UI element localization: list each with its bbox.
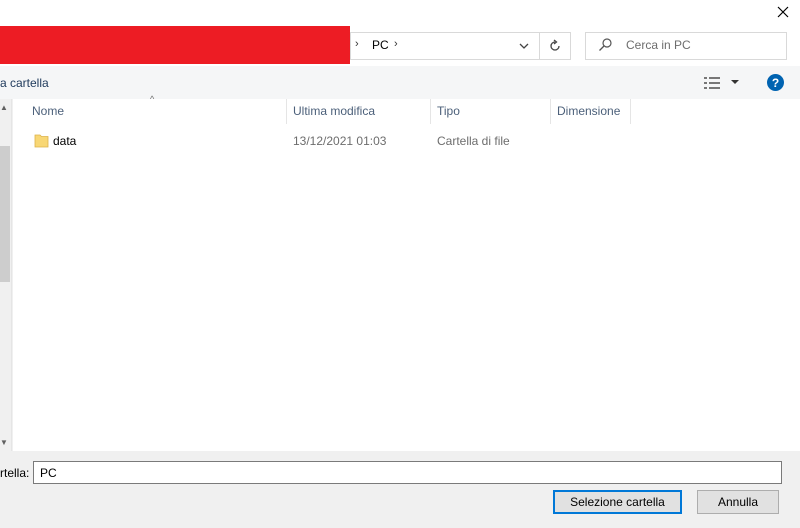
help-button[interactable]: ? [767, 74, 784, 91]
column-header-name[interactable]: Nome [26, 99, 287, 124]
file-name[interactable]: data [53, 134, 76, 148]
scrollbar-thumb[interactable] [0, 146, 10, 282]
close-button[interactable] [766, 0, 800, 24]
column-header-modified[interactable]: Ultima modifica [287, 99, 431, 124]
folder-label: rtella: [0, 466, 30, 480]
file-list[interactable] [13, 99, 800, 451]
search-placeholder[interactable]: Cerca in PC [626, 38, 691, 52]
view-dropdown-icon[interactable] [729, 76, 741, 88]
refresh-button[interactable] [539, 32, 571, 60]
redacted-region [0, 26, 350, 64]
scroll-up-icon[interactable]: ▲ [0, 103, 8, 112]
select-folder-button[interactable]: Selezione cartella [553, 490, 682, 514]
breadcrumb-pc[interactable]: PC [372, 38, 389, 52]
breadcrumb-separator[interactable]: › [394, 38, 398, 50]
cancel-button[interactable]: Annulla [697, 490, 779, 514]
toolbar [0, 66, 800, 99]
chevron-down-icon [519, 43, 529, 49]
breadcrumb-separator[interactable]: › [355, 38, 359, 50]
sort-ascending-icon: ^ [150, 94, 155, 104]
new-folder-button[interactable]: a cartella [0, 76, 49, 90]
refresh-icon [550, 39, 560, 51]
folder-icon[interactable] [34, 132, 49, 148]
view-details-icon[interactable] [703, 75, 723, 91]
address-dropdown-button[interactable] [512, 34, 536, 58]
search-icon [599, 38, 612, 51]
folder-input[interactable] [33, 461, 782, 484]
file-modified[interactable]: 13/12/2021 01:03 [293, 134, 386, 148]
close-icon [777, 6, 789, 18]
title-bar [0, 0, 800, 26]
scroll-down-icon[interactable]: ▼ [0, 438, 8, 447]
column-header-type[interactable]: Tipo [431, 99, 551, 124]
file-type[interactable]: Cartella di file [437, 134, 510, 148]
column-header-size[interactable]: Dimensione [551, 99, 631, 124]
